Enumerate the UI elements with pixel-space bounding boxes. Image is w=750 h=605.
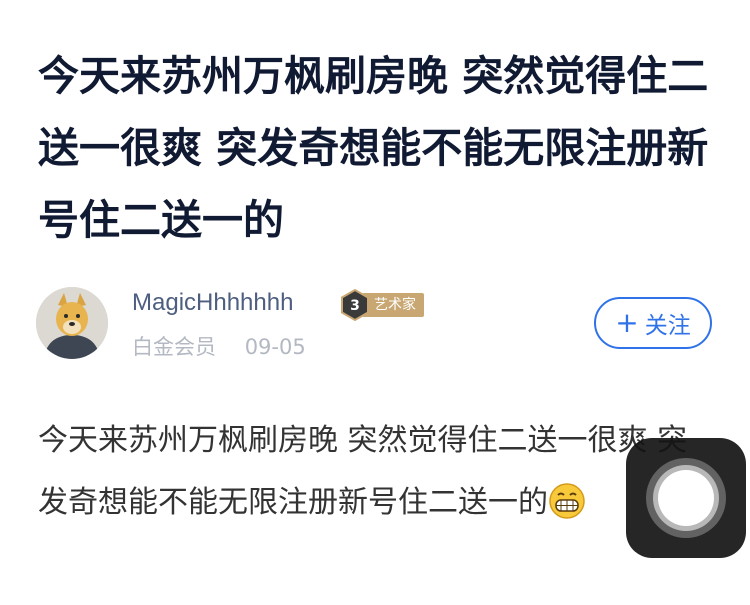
follow-button[interactable]: + 关注	[594, 297, 712, 349]
plus-icon: +	[615, 306, 639, 339]
assistive-touch-button[interactable]	[626, 438, 746, 558]
post-date: 09-05	[244, 335, 306, 359]
level-badge: 3 艺术家	[340, 289, 424, 321]
author-row: MagicHhhhhhh 3 艺术家 白金会员 09-05 + 关注	[36, 285, 716, 365]
post-body: 今天来苏州万枫刷房晚 突然觉得住二送一很爽 突发奇想能不能无限注册新号住二送一的	[38, 410, 710, 534]
level-title: 艺术家	[362, 293, 424, 317]
grinning-face-emoji-icon	[549, 483, 585, 519]
member-info: 白金会员 09-05	[132, 331, 306, 361]
level-number: 3	[350, 298, 360, 314]
follow-label: 关注	[644, 313, 691, 339]
level-hex-icon: 3	[341, 289, 369, 321]
post-title: 今天来苏州万枫刷房晚 突然觉得住二送一很爽 突发奇想能不能无限注册新号住二送一的	[38, 52, 709, 244]
post-body-text: 今天来苏州万枫刷房晚 突然觉得住二送一很爽 突发奇想能不能无限注册新号住二送一的	[38, 423, 688, 520]
membership-label: 白金会员	[132, 335, 216, 359]
assistive-touch-icon	[646, 458, 726, 538]
author-name[interactable]: MagicHhhhhhh	[132, 289, 293, 317]
avatar[interactable]	[36, 287, 108, 359]
